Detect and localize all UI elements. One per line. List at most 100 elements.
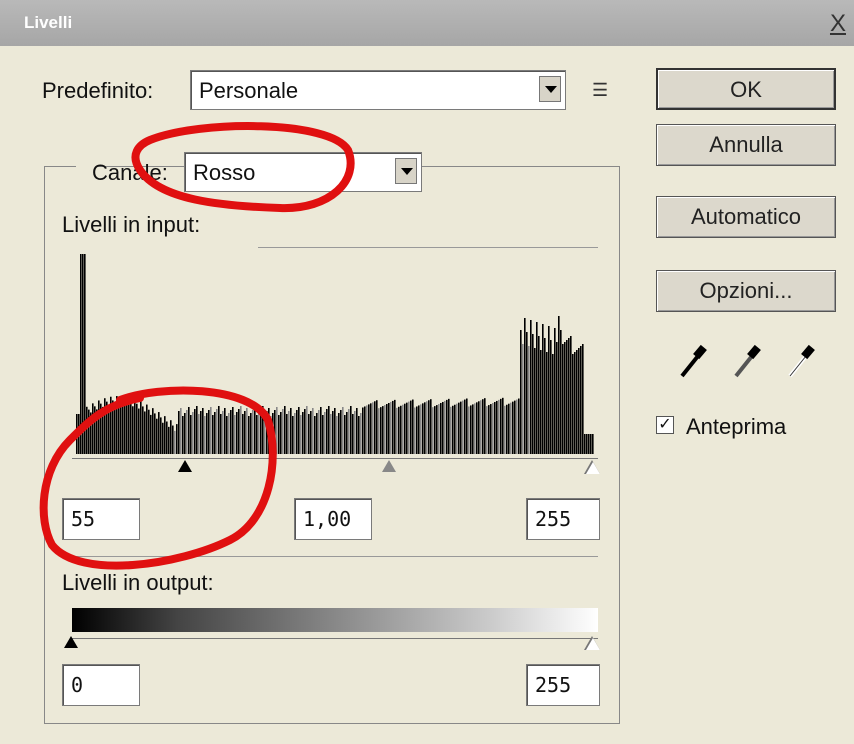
options-button[interactable]: Opzioni... — [656, 270, 836, 312]
histogram-bar — [282, 409, 284, 454]
histogram-bar — [154, 413, 156, 454]
histogram-bar — [380, 407, 382, 454]
histogram-bar — [524, 318, 526, 454]
histogram-bar — [336, 416, 338, 454]
histogram-bar — [302, 412, 304, 454]
list-menu-icon[interactable]: ☰ — [592, 80, 608, 101]
histogram-bar — [446, 399, 448, 454]
histogram-bar — [348, 409, 350, 454]
histogram-bar — [318, 410, 320, 454]
histogram-bar — [466, 398, 468, 454]
histogram-bar — [508, 403, 510, 454]
histogram-bar — [138, 408, 140, 454]
histogram-bar — [406, 402, 408, 454]
histogram-bar — [264, 414, 266, 454]
histogram-bar — [574, 352, 576, 454]
histogram-bar — [404, 403, 406, 454]
histogram-bar — [214, 412, 216, 454]
black-point-eyedropper-icon[interactable] — [676, 342, 710, 382]
histogram-bar — [326, 409, 328, 454]
histogram-bar — [250, 413, 252, 454]
histogram-bar — [528, 346, 530, 454]
output-white-field[interactable]: 255 — [526, 664, 600, 706]
black-output-slider[interactable] — [64, 636, 78, 648]
histogram-bar — [372, 402, 374, 454]
histogram-bar — [432, 407, 434, 454]
histogram-bar — [270, 416, 272, 454]
gamma-input-slider[interactable] — [382, 460, 396, 472]
histogram-bar — [166, 421, 168, 454]
histogram-bar — [544, 338, 546, 454]
chevron-down-icon[interactable] — [539, 76, 561, 102]
histogram-bar — [152, 408, 154, 454]
histogram-bar — [230, 410, 232, 454]
histogram-bar — [438, 404, 440, 454]
histogram-bar — [190, 415, 192, 454]
histogram-bar — [304, 409, 306, 454]
input-gamma-field[interactable]: 1,00 — [294, 498, 372, 540]
white-point-eyedropper-icon[interactable] — [784, 342, 818, 382]
histogram-bar — [462, 400, 464, 454]
gray-point-eyedropper-icon[interactable] — [730, 342, 764, 382]
histogram-bar — [414, 407, 416, 454]
histogram-bar — [234, 415, 236, 454]
channel-label: Canale: — [92, 160, 168, 185]
histogram-bar — [588, 434, 590, 454]
histogram-bar — [240, 406, 242, 454]
histogram-bar — [454, 404, 456, 454]
preview-checkbox[interactable]: ✓ — [656, 416, 674, 434]
histogram-bar — [576, 350, 578, 454]
auto-button[interactable]: Automatico — [656, 196, 836, 238]
histogram-bar — [252, 410, 254, 454]
histogram-bar — [442, 401, 444, 454]
histogram-bar — [136, 403, 138, 454]
histogram-bar — [436, 405, 438, 454]
histogram-bar — [310, 411, 312, 454]
histogram-bar — [116, 396, 118, 454]
output-black-field[interactable]: 0 — [62, 664, 140, 706]
histogram-bar — [546, 352, 548, 454]
input-black-field[interactable]: 55 — [62, 498, 140, 540]
histogram-bar — [350, 406, 352, 454]
histogram-bar — [164, 416, 166, 454]
histogram-bar — [392, 400, 394, 454]
black-input-slider[interactable] — [178, 460, 192, 472]
histogram-bar — [78, 414, 80, 454]
histogram-bar — [578, 348, 580, 454]
histogram-bar — [94, 406, 96, 454]
histogram-bar — [84, 254, 86, 454]
histogram-bar — [276, 407, 278, 454]
histogram-bar — [180, 408, 182, 454]
histogram-bar — [538, 336, 540, 454]
histogram-bar — [150, 414, 152, 454]
histogram-bar — [346, 412, 348, 454]
histogram-bar — [112, 400, 114, 454]
histogram-bar — [248, 416, 250, 454]
histogram-bar — [212, 415, 214, 454]
channel-select[interactable]: Rosso — [184, 152, 422, 192]
close-button[interactable]: X — [830, 10, 846, 38]
histogram-bar — [374, 401, 376, 454]
histogram-bar — [194, 409, 196, 454]
histogram-bar — [80, 254, 82, 454]
histogram-bar — [584, 434, 586, 454]
histogram-bar — [294, 413, 296, 454]
input-white-field[interactable]: 255 — [526, 498, 600, 540]
histogram-bar — [258, 412, 260, 454]
histogram-bar — [284, 406, 286, 454]
histogram-bar — [476, 402, 478, 454]
histogram-bar — [338, 413, 340, 454]
histogram-bar — [76, 414, 78, 454]
histogram-bar — [562, 344, 564, 454]
histogram-bar — [174, 430, 176, 454]
cancel-button[interactable]: Annulla — [656, 124, 836, 166]
histogram-bar — [200, 411, 202, 454]
chevron-down-icon[interactable] — [395, 158, 417, 184]
histogram-bar — [494, 401, 496, 454]
histogram-bar — [246, 408, 248, 454]
ok-button[interactable]: OK — [656, 68, 836, 110]
preset-select[interactable]: Personale — [190, 70, 566, 110]
histogram-bar — [128, 397, 130, 454]
histogram-bar — [452, 405, 454, 454]
histogram-bar — [330, 414, 332, 454]
